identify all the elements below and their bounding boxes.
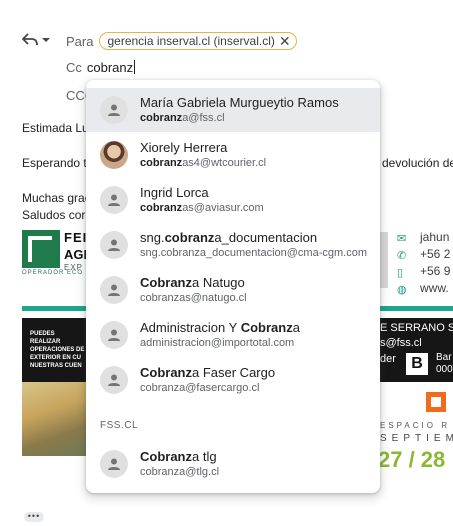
show-trimmed-content-button[interactable]: ••• (24, 512, 44, 522)
cc-row: Cc cobranz (66, 60, 136, 75)
suggestion-name: Xiorely Herrera (140, 140, 228, 155)
text-caret (134, 60, 136, 74)
person-icon (100, 276, 128, 304)
event-logo (426, 392, 446, 412)
reply-type-selector[interactable] (22, 33, 50, 47)
suggestion-email: administracion@importotal.com (140, 337, 295, 349)
person-icon (100, 450, 128, 478)
company-logo (22, 230, 60, 268)
event-dates: 27 / 28 (378, 447, 446, 472)
event-month: SEPTIEM (380, 433, 453, 444)
suggestion-item[interactable]: sng.cobranza_documentacion sng.cobranza_… (86, 223, 380, 267)
person-icon (100, 366, 128, 394)
suggestion-name: Ingrid Lorca (140, 185, 209, 200)
globe-icon: ◍ (397, 284, 407, 296)
contact-web: www. (420, 281, 449, 295)
banner-email: s@fss.cl (380, 337, 422, 349)
cc-input[interactable]: cobranz (87, 60, 136, 75)
cc-label: Cc (66, 60, 82, 75)
body-greeting: Estimada Lu (22, 121, 89, 135)
suggestion-name: Administracion Y Cobranza (140, 320, 300, 335)
person-icon (100, 186, 128, 214)
banner-name: E SERRANO SC (380, 322, 453, 334)
close-icon[interactable]: ✕ (279, 34, 291, 48)
banner-label: der (380, 353, 396, 365)
banner-text: PUEDES REALIZAR OPERACIONES DE EXTERIOR … (30, 331, 85, 369)
reply-icon (22, 33, 38, 47)
banner-bank: Bar 000 (436, 352, 453, 375)
body-line-end: devolución de (382, 156, 453, 170)
person-icon (100, 231, 128, 259)
suggestion-section-label: FSS.CL (100, 420, 139, 431)
suggestion-name: María Gabriela Murgueytio Ramos (140, 95, 339, 110)
contact-mobile: +56 9 (420, 264, 451, 278)
suggestion-email: sng.cobranza_documentacion@cma-cgm.com (140, 247, 367, 259)
body-line-start: Esperando t (22, 156, 87, 170)
suggestion-name: Cobranza tlg (140, 449, 217, 464)
mail-icon: ✉ (397, 233, 407, 245)
suggestion-name: Cobranza Natugo (140, 275, 245, 290)
body-regards: Saludos cor (22, 208, 86, 222)
recipient-chip-label: gerencia inserval.cl (inserval.cl) (107, 34, 275, 48)
suggestion-email: cobranzas@natugo.cl (140, 292, 247, 304)
suggestion-item[interactable]: Cobranza tlg cobranza@tlg.cl (86, 442, 380, 486)
suggestion-name: sng.cobranza_documentacion (140, 230, 318, 245)
person-icon (100, 321, 128, 349)
suggestion-email: cobranzas@aviasur.com (140, 202, 264, 214)
contact-phone: +56 2 (420, 247, 451, 261)
person-icon (100, 96, 128, 124)
signature-photo (22, 382, 86, 456)
chevron-down-icon (42, 37, 50, 43)
suggestion-item[interactable]: Administracion Y Cobranza administracion… (86, 313, 380, 357)
recipient-chip[interactable]: gerencia inserval.cl (inserval.cl) ✕ (99, 32, 297, 50)
event-title: ESPACIO R (380, 421, 450, 430)
suggestion-item[interactable]: María Gabriela Murgueytio Ramos cobranza… (86, 88, 380, 132)
suggestion-email: cobranza@tlg.cl (140, 466, 220, 478)
logo-subtitle: OPERADOR ECO (22, 270, 84, 276)
phone-icon: ✆ (397, 250, 407, 262)
suggestion-item[interactable]: Xiorely Herrera cobranzas4@wtcourier.cl (86, 133, 380, 177)
bank-logo: B (406, 353, 428, 375)
suggestion-item[interactable]: Ingrid Lorca cobranzas@aviasur.com (86, 178, 380, 222)
suggestion-item[interactable]: Cobranza Faser Cargo cobranza@fasercargo… (86, 358, 380, 402)
mobile-icon: ▯ (397, 267, 404, 279)
suggestion-name: Cobranza Faser Cargo (140, 365, 276, 380)
suggestion-item[interactable]: Cobranza Natugo cobranzas@natugo.cl (86, 268, 380, 312)
contact-email: jahun (420, 230, 450, 244)
suggestion-email: cobranzas4@wtcourier.cl (140, 157, 267, 169)
to-label: Para (66, 33, 94, 49)
contact-suggestions-dropdown: María Gabriela Murgueytio Ramos cobranza… (86, 80, 380, 493)
suggestion-email: cobranza@fss.cl (140, 112, 225, 124)
body-thanks: Muchas grac (22, 191, 91, 205)
logo-text-1: FEI (64, 230, 88, 245)
suggestion-email: cobranza@fasercargo.cl (140, 382, 260, 394)
contact-photo-avatar (100, 141, 128, 169)
to-row: Para gerencia inserval.cl (inserval.cl) … (66, 32, 297, 50)
